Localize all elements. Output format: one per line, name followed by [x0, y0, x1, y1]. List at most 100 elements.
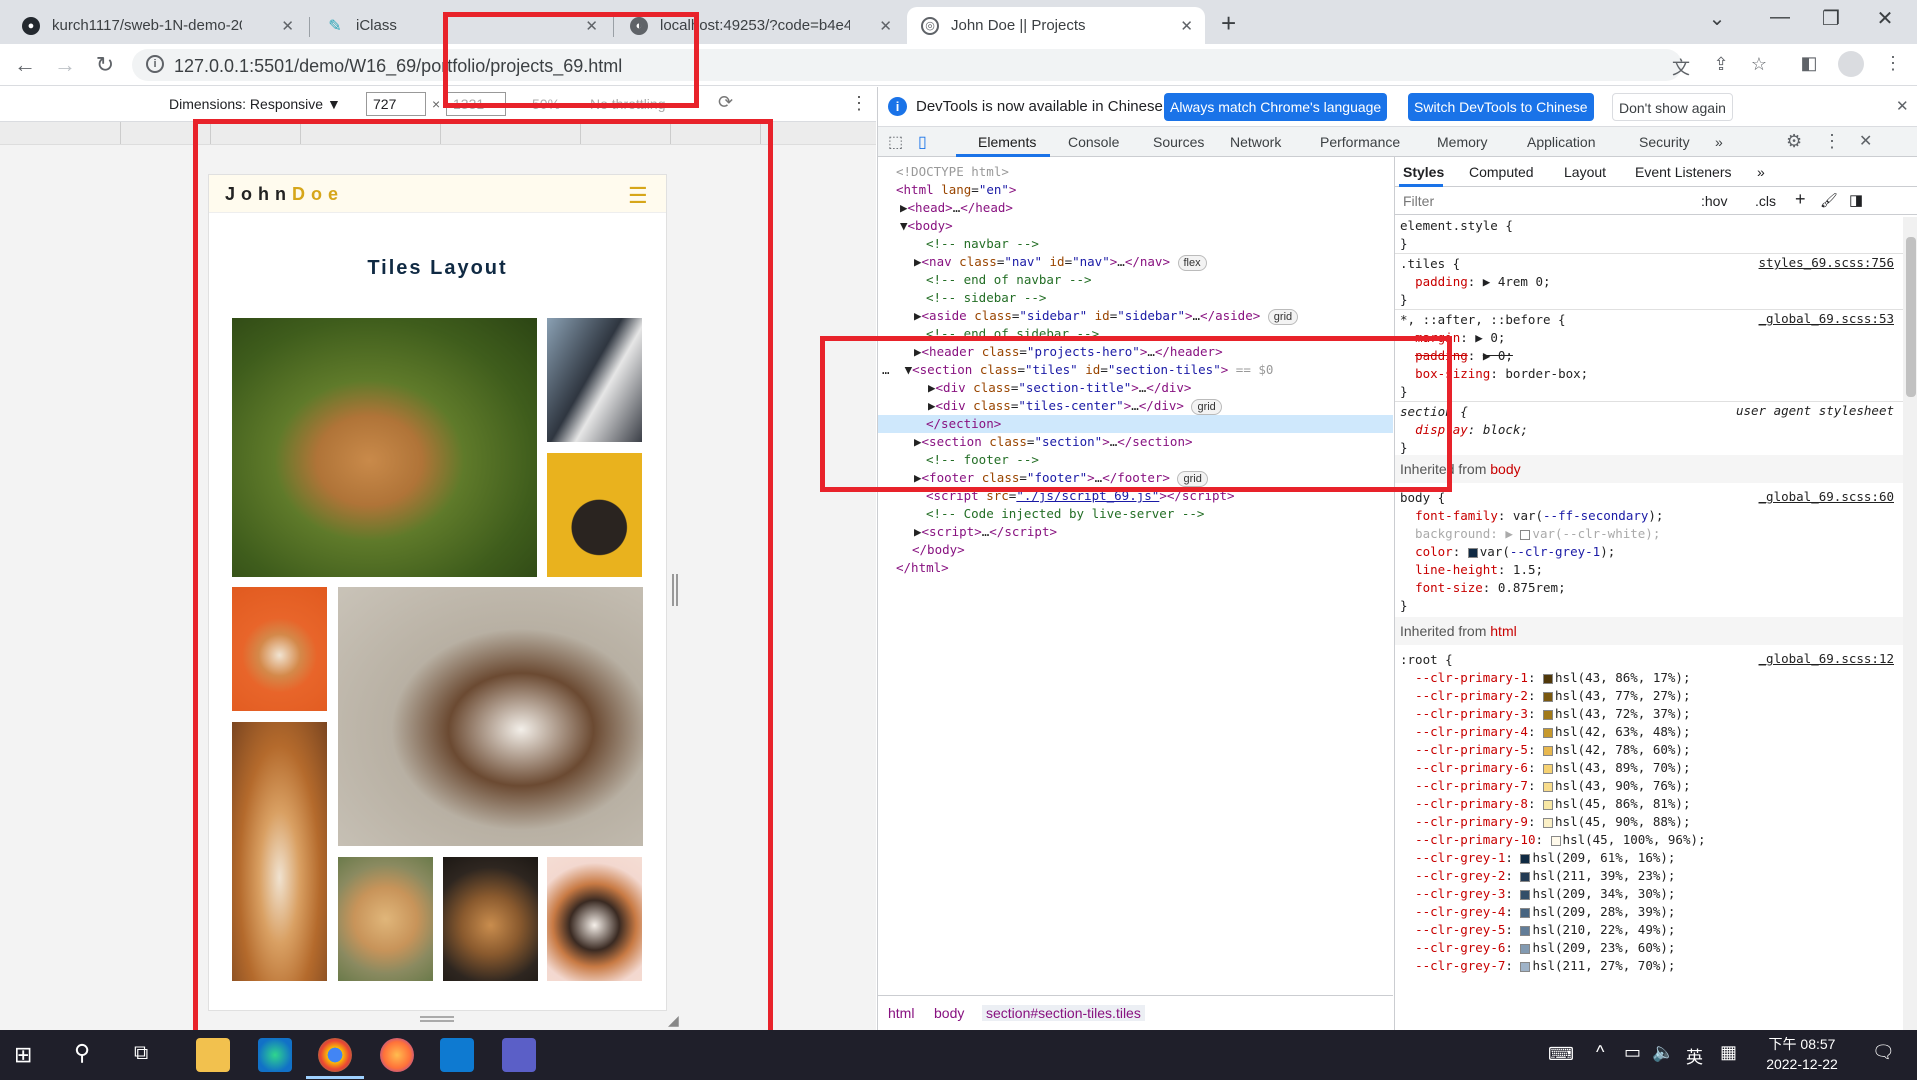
root-var-row[interactable]: --clr-primary-6: hsl(43, 89%, 70%); [1400, 759, 1690, 777]
translate-icon[interactable]: 文 [1668, 54, 1694, 80]
switch-to-chinese-button[interactable]: Switch DevTools to Chinese [1408, 93, 1594, 121]
ime-mode-icon[interactable]: ▦ [1720, 1042, 1737, 1063]
maximize-button[interactable]: ❐ [1808, 6, 1854, 31]
menu-dots-icon[interactable]: ⋮ [1880, 53, 1906, 74]
inherited-el-body[interactable]: body [1490, 461, 1520, 477]
edge-icon[interactable] [258, 1038, 292, 1072]
root-var-row[interactable]: --clr-primary-5: hsl(42, 78%, 60%); [1400, 741, 1690, 759]
color-swatch-icon[interactable] [1550, 835, 1561, 846]
color-swatch-icon[interactable] [1543, 763, 1554, 774]
root-var-row[interactable]: --clr-grey-3: hsl(209, 34%, 30%); [1400, 885, 1675, 903]
bookmark-star-icon[interactable]: ☆ [1746, 54, 1772, 75]
more-tabs-icon[interactable]: » [1715, 134, 1723, 150]
root-var-row[interactable]: --clr-primary-3: hsl(43, 72%, 37%); [1400, 705, 1690, 723]
back-button[interactable]: ← [10, 52, 40, 78]
firefox-icon[interactable] [380, 1038, 414, 1072]
root-var-row[interactable]: --clr-primary-2: hsl(43, 77%, 27%); [1400, 687, 1690, 705]
notifications-icon[interactable]: 🗨 [1872, 1042, 1895, 1063]
tab-performance[interactable]: Performance [1320, 134, 1400, 150]
clock-date[interactable]: 2022-12-22 [1762, 1056, 1842, 1072]
profile-avatar[interactable] [1838, 51, 1864, 77]
rotate-icon[interactable]: ⟳ [718, 92, 733, 113]
tab-console[interactable]: Console [1068, 134, 1119, 150]
file-explorer-icon[interactable] [196, 1038, 230, 1072]
address-bar[interactable]: i 127.0.0.1:5501/demo/W16_69/portfolio/p… [132, 49, 1767, 81]
root-var-row[interactable]: --clr-primary-9: hsl(45, 90%, 88%); [1400, 813, 1690, 831]
color-swatch-icon[interactable] [1543, 673, 1554, 684]
breadcrumb-html[interactable]: html [888, 1005, 914, 1021]
color-swatch-icon[interactable] [1520, 943, 1531, 954]
color-swatch-icon[interactable] [1543, 745, 1554, 756]
close-icon[interactable]: ✕ [879, 17, 892, 35]
tab-application[interactable]: Application [1527, 134, 1596, 150]
root-var-row[interactable]: --clr-primary-8: hsl(45, 86%, 81%); [1400, 795, 1690, 813]
color-swatch-icon[interactable] [1520, 961, 1531, 972]
volume-icon[interactable]: 🔈 [1652, 1042, 1674, 1063]
color-swatch-icon[interactable] [1543, 799, 1554, 810]
device-menu-icon[interactable]: ⋮ [850, 93, 868, 114]
root-var-row[interactable]: --clr-grey-1: hsl(209, 61%, 16%); [1400, 849, 1675, 867]
root-var-row[interactable]: --clr-primary-4: hsl(42, 63%, 48%); [1400, 723, 1690, 741]
device-toggle-icon[interactable]: ▯ [918, 132, 927, 152]
styles-scrollbar[interactable] [1903, 217, 1917, 1030]
keyboard-icon[interactable]: ⌨ [1548, 1044, 1574, 1065]
task-view-icon[interactable]: ⧉ [134, 1042, 148, 1065]
device-width-input[interactable]: 727 [366, 92, 426, 116]
tab-sources[interactable]: Sources [1153, 134, 1204, 150]
hover-state-toggle[interactable]: :hov [1701, 193, 1727, 209]
chrome-icon[interactable] [318, 1038, 352, 1072]
inherited-el-html[interactable]: html [1490, 623, 1516, 639]
tab-styles[interactable]: Styles [1403, 164, 1444, 180]
dimensions-select[interactable]: Dimensions: Responsive ▼ [169, 96, 341, 112]
root-var-row[interactable]: --clr-grey-6: hsl(209, 23%, 60%); [1400, 939, 1675, 957]
tab-github[interactable]: ● kurch1117/sweb-1N-demo-20 ✕ [8, 7, 306, 44]
root-var-row[interactable]: --clr-grey-4: hsl(209, 28%, 39%); [1400, 903, 1675, 921]
styles-filter-input[interactable]: Filter [1403, 193, 1434, 209]
share-icon[interactable]: ⇪ [1708, 54, 1734, 75]
breadcrumb-body[interactable]: body [934, 1005, 964, 1021]
show-hidden-icons-chevron-icon[interactable]: ^ [1596, 1042, 1604, 1063]
forward-button[interactable]: → [50, 52, 80, 78]
more-styles-tabs-icon[interactable]: » [1757, 164, 1765, 180]
new-rule-icon[interactable]: + [1795, 189, 1806, 210]
tab-john-doe-projects[interactable]: ◎ John Doe || Projects ✕ [907, 7, 1205, 44]
breadcrumb-section[interactable]: section#section-tiles.tiles [982, 1005, 1145, 1021]
tab-elements[interactable]: Elements [978, 134, 1036, 150]
dom-tree[interactable]: <!DOCTYPE html> <html lang="en"> ▶<head>… [878, 157, 1393, 987]
dont-show-again-button[interactable]: Don't show again [1612, 93, 1733, 121]
color-swatch-icon[interactable] [1543, 691, 1554, 702]
color-swatch-icon[interactable] [1520, 853, 1531, 864]
clock-time[interactable]: 下午 08:57 [1762, 1034, 1842, 1054]
minimize-button[interactable]: — [1757, 6, 1803, 29]
color-swatch-icon[interactable] [1543, 781, 1554, 792]
close-window-button[interactable]: ✕ [1862, 6, 1908, 31]
site-info-icon[interactable]: i [146, 55, 164, 73]
always-match-language-button[interactable]: Always match Chrome's language [1164, 93, 1388, 121]
root-var-row[interactable]: --clr-grey-2: hsl(211, 39%, 23%); [1400, 867, 1675, 885]
close-infobar-icon[interactable]: ✕ [1896, 97, 1909, 115]
tab-network[interactable]: Network [1230, 134, 1281, 150]
close-icon[interactable]: ✕ [281, 17, 294, 35]
tab-layout[interactable]: Layout [1564, 164, 1606, 180]
settings-gear-icon[interactable]: ⚙ [1786, 131, 1802, 152]
root-var-row[interactable]: --clr-primary-10: hsl(45, 100%, 96%); [1400, 831, 1705, 849]
color-swatch-icon[interactable] [1520, 925, 1531, 936]
network-icon[interactable]: ▭ [1624, 1042, 1641, 1063]
tab-security[interactable]: Security [1639, 134, 1690, 150]
new-tab-button[interactable]: + [1221, 8, 1236, 39]
tab-memory[interactable]: Memory [1437, 134, 1488, 150]
color-swatch-icon[interactable] [1520, 889, 1531, 900]
close-devtools-icon[interactable]: ✕ [1859, 131, 1872, 151]
close-icon[interactable]: ✕ [1180, 17, 1193, 35]
devtools-menu-icon[interactable]: ⋮ [1823, 131, 1841, 152]
color-swatch-icon[interactable] [1543, 817, 1554, 828]
class-toggle[interactable]: .cls [1755, 193, 1776, 209]
ime-indicator[interactable]: 英 [1686, 1043, 1703, 1068]
tab-computed[interactable]: Computed [1469, 164, 1534, 180]
reload-button[interactable]: ↻ [90, 52, 120, 78]
root-var-row[interactable]: --clr-grey-7: hsl(211, 27%, 70%); [1400, 957, 1675, 975]
inspect-element-icon[interactable]: ⬚ [888, 132, 903, 152]
teams-icon[interactable] [502, 1038, 536, 1072]
root-var-row[interactable]: --clr-grey-5: hsl(210, 22%, 49%); [1400, 921, 1675, 939]
tab-search-icon[interactable]: ⌄ [1694, 6, 1740, 31]
